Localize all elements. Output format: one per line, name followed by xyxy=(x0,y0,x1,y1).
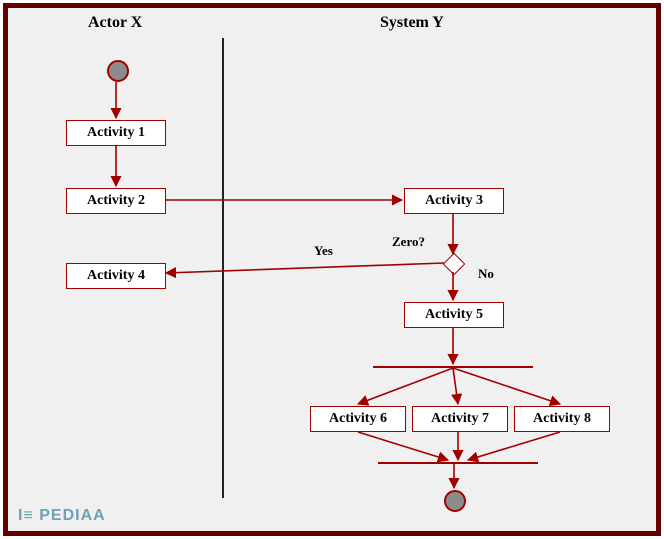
edges xyxy=(8,8,656,531)
diagram-canvas: Actor X System Y Activity 1 Activity 2 A… xyxy=(8,8,656,531)
diagram-frame: Actor X System Y Activity 1 Activity 2 A… xyxy=(3,3,661,536)
watermark: I≡ PEDIAA xyxy=(18,507,106,525)
